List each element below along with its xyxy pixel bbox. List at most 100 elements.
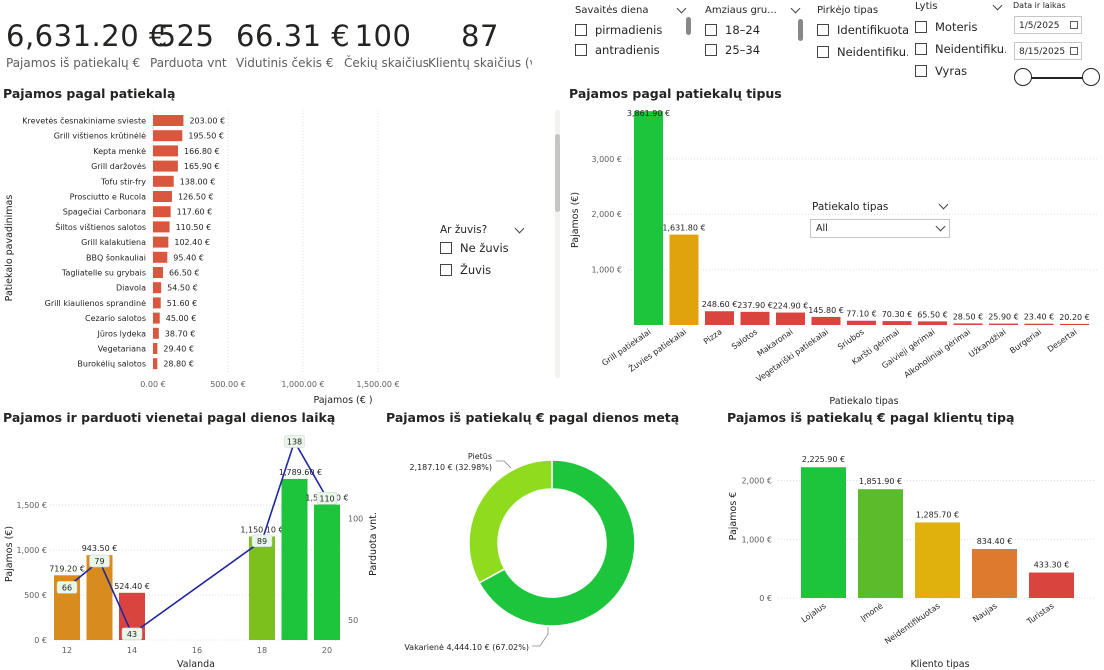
checkbox-icon[interactable] <box>817 24 829 36</box>
option-male[interactable]: Vyras <box>915 64 967 78</box>
option-label: 25–34 <box>725 43 761 57</box>
age-slicer: Amziaus gru... 18–24 25–34 <box>700 0 808 70</box>
kpi-value: 87 <box>461 19 499 53</box>
option-monday[interactable]: pirmadienis <box>575 23 662 37</box>
calendar-icon[interactable] <box>1070 47 1078 55</box>
bar <box>847 320 876 325</box>
data-label: 28.50 € <box>953 312 984 321</box>
option-unidentified[interactable]: Neidentifiku... <box>817 45 908 59</box>
checkbox-icon[interactable] <box>915 65 927 77</box>
y-tick-label: 0 € <box>759 594 772 603</box>
data-label: 1,631.80 € <box>662 224 705 233</box>
y-axis-title: Patiekalo pavadinimas <box>4 195 15 302</box>
bar <box>153 236 169 248</box>
x-axis-title: Kliento tipas <box>910 659 969 670</box>
data-label: 224.90 € <box>773 302 809 311</box>
y-tick-label: BBQ šonkauliai <box>86 252 146 262</box>
unit-label: 79 <box>94 557 104 566</box>
option-label: antradienis <box>595 43 660 57</box>
buyer-type-slicer: Pirkėjo tipas Identifikuotas Neidentifik… <box>812 0 908 70</box>
y-tick-label: Grill vištienos krūtinėlė <box>54 131 146 141</box>
checkbox-icon[interactable] <box>915 43 927 55</box>
y-tick-label: 1,500 € <box>16 501 47 510</box>
bar <box>801 467 846 598</box>
leader-line <box>532 627 549 647</box>
option-tuesday[interactable]: antradienis <box>575 43 660 57</box>
calendar-icon[interactable] <box>1070 21 1078 29</box>
y-tick-label: Burokėlių salotos <box>77 360 146 369</box>
data-label: 1,285.70 € <box>916 510 959 519</box>
data-label: 138.00 € <box>180 177 216 186</box>
x-axis-title: Patiekalo tipas <box>829 396 898 407</box>
bar <box>1024 323 1054 325</box>
option-female[interactable]: Moteris <box>915 20 977 34</box>
bar <box>882 321 912 325</box>
x-axis-title: Valanda <box>177 659 215 670</box>
option-label: Neidentifiku... <box>935 42 1006 56</box>
option-identified[interactable]: Identifikuotas <box>817 23 908 37</box>
checkbox-icon[interactable] <box>575 24 587 36</box>
client-chart-title: Pajamos iš patiekalų € pagal klientų tip… <box>727 410 1015 425</box>
x-tick-label: Alkoholiniai gėrimai <box>902 327 972 380</box>
gender-slicer: Lytis Moteris Neidentifiku... Vyras <box>910 0 1006 86</box>
x-tick-label: Desertai <box>1046 327 1079 354</box>
range-handle-end[interactable] <box>1082 68 1100 86</box>
kpi-revenue: 6,631.20 € Pajamos iš patiekalų € <box>6 18 167 70</box>
option-not-fish[interactable]: Ne žuvis <box>440 241 509 255</box>
y-tick-label: 1,000 € <box>591 266 622 275</box>
x-tick-label: 1,000.00 € <box>281 380 324 389</box>
option-18-24[interactable]: 18–24 <box>705 23 760 37</box>
range-handle-start[interactable] <box>1014 68 1032 86</box>
bar <box>153 175 174 187</box>
data-label: 29.40 € <box>163 345 194 354</box>
bar <box>153 191 172 202</box>
x-axis-title: Pajamos (€ ) <box>313 395 372 406</box>
date-to-value: 8/15/2025 <box>1019 47 1066 57</box>
chevron-down-icon[interactable] <box>992 0 1003 11</box>
y-tick-label: Diavola <box>116 284 146 293</box>
option-25-34[interactable]: 25–34 <box>705 43 760 57</box>
checkbox-icon[interactable] <box>817 46 829 58</box>
bar <box>634 111 663 325</box>
option-unidentified[interactable]: Neidentifiku... <box>915 42 1006 56</box>
y-tick-label: 0 € <box>34 636 47 645</box>
x-tick-label: 12 <box>62 646 72 655</box>
checkbox-icon[interactable] <box>440 242 452 254</box>
checkbox-icon[interactable] <box>440 264 452 276</box>
y-tick-label: 1,000 € <box>741 535 772 544</box>
chevron-down-icon[interactable] <box>514 223 525 234</box>
kpi-avg-check: 66.31 € Vidutinis čekis € <box>236 18 350 70</box>
scrollbar[interactable] <box>798 19 803 41</box>
y-tick-label: 2,000 € <box>741 477 772 486</box>
bar <box>740 311 770 325</box>
bar <box>153 312 160 324</box>
scrollbar[interactable] <box>686 17 691 35</box>
bar <box>669 234 699 325</box>
chevron-down-icon[interactable] <box>676 3 687 14</box>
date-slicer: Data ir laikas 1/5/2025 8/15/2025 <box>1010 0 1102 92</box>
y-tick-label: Vegetariana <box>98 345 146 354</box>
date-to-input[interactable]: 8/15/2025 <box>1014 42 1082 60</box>
option-fish[interactable]: Žuvis <box>440 263 491 277</box>
bar <box>972 548 1017 598</box>
bar <box>153 251 168 263</box>
hour-chart-title: Pajamos ir parduoti vienetai pagal dieno… <box>3 410 336 425</box>
checkbox-icon[interactable] <box>915 21 927 33</box>
slicer-title: Amziaus gru... <box>705 5 777 16</box>
data-label: 145.80 € <box>808 306 844 315</box>
checkbox-icon[interactable] <box>575 44 587 56</box>
y2-tick-label: 100 <box>348 515 363 524</box>
data-label: 195.50 € <box>188 132 224 141</box>
checkbox-icon[interactable] <box>705 24 717 36</box>
data-label: 66.50 € <box>169 269 200 278</box>
daytime-chart-title: Pajamos iš patiekalų € pagal dienos metą <box>386 410 680 425</box>
data-label: 54.50 € <box>167 284 198 293</box>
checkbox-icon[interactable] <box>705 44 717 56</box>
date-from-input[interactable]: 1/5/2025 <box>1014 16 1082 34</box>
kpi-units: 525 Parduota vnt <box>150 18 227 70</box>
client-type-chart: 0 € 1,000 € 2,000 € 2,225.90 € Lojalus 1,851.… <box>728 455 1096 670</box>
bar <box>153 282 162 294</box>
chevron-down-icon[interactable] <box>790 3 801 14</box>
data-label: 28.80 € <box>163 360 194 369</box>
scrollbar-thumb[interactable] <box>555 134 560 212</box>
